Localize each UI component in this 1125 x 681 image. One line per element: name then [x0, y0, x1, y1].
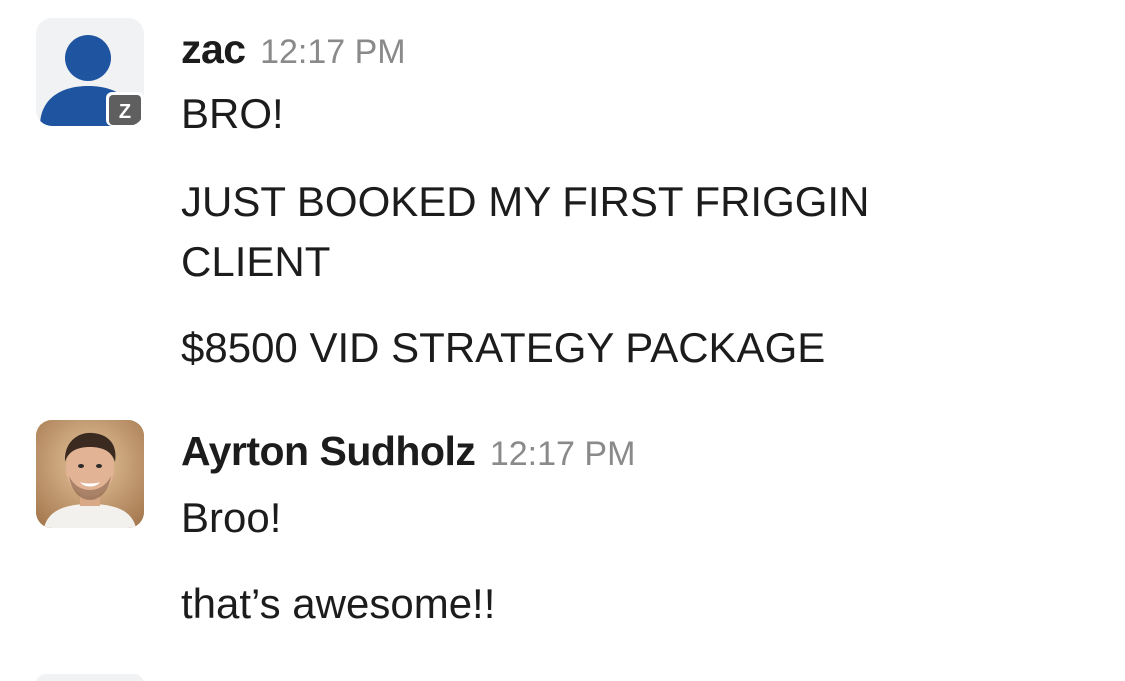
avatar[interactable] — [36, 674, 144, 681]
avatar-badge: Z — [119, 101, 131, 123]
avatar[interactable]: Z — [36, 18, 144, 126]
message-header: Ayrton Sudholz 12:17 PM — [181, 428, 635, 475]
message-text: BRO! — [181, 90, 284, 137]
message-text: CLIENT — [181, 238, 331, 285]
timestamp[interactable]: 12:17 PM — [260, 33, 406, 71]
message-text: that’s awesome!! — [181, 580, 496, 627]
message-header: zac 12:17 PM — [181, 26, 406, 73]
user-silhouette-icon: Z — [40, 35, 144, 126]
sender-name[interactable]: zac — [181, 26, 246, 72]
message-text: $8500 VID STRATEGY PACKAGE — [181, 324, 826, 371]
timestamp[interactable]: 12:17 PM — [490, 435, 636, 473]
message-text: JUST BOOKED MY FIRST FRIGGIN — [181, 178, 870, 225]
message-text: Broo! — [181, 494, 282, 541]
avatar[interactable] — [36, 420, 144, 528]
chat-message-list: Z zac 12:17 PM BRO! JUST BOOKED MY FIRST… — [0, 0, 1125, 681]
profile-photo — [36, 420, 144, 528]
sender-name[interactable]: Ayrton Sudholz — [181, 428, 476, 474]
